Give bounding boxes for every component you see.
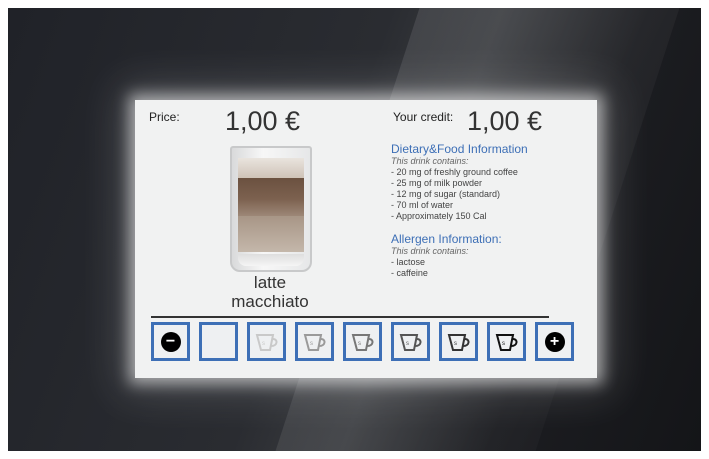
- dietary-item: - 20 mg of freshly ground coffee: [391, 167, 518, 177]
- dietary-item: - Approximately 150 Cal: [391, 211, 487, 221]
- price-value: 1,00 €: [225, 106, 301, 136]
- plus-icon: +: [544, 331, 565, 352]
- sugar-level-1-button[interactable]: s: [247, 322, 286, 361]
- sugar-cup-icon: s: [351, 333, 373, 351]
- allergen-item: - caffeine: [391, 268, 428, 278]
- sugar-level-5-button[interactable]: s: [439, 322, 478, 361]
- drink-name: latte macchiato: [205, 273, 335, 311]
- sugar-cup-icon: s: [447, 333, 469, 351]
- drink-name-line1: latte: [253, 273, 287, 292]
- allergen-subtitle: This drink contains:: [391, 246, 469, 256]
- allergen-title: Allergen Information:: [391, 232, 502, 246]
- sugar-cup-icon: s: [255, 333, 277, 351]
- sugar-level-2-button[interactable]: s: [295, 322, 334, 361]
- drink-name-line2: macchiato: [231, 292, 309, 311]
- svg-text:s: s: [262, 341, 265, 347]
- sugar-increase-button[interactable]: +: [535, 322, 574, 361]
- sugar-cup-icon: s: [399, 333, 421, 351]
- sugar-cup-icon: s: [303, 333, 325, 351]
- sugar-level-0-button[interactable]: [199, 322, 238, 361]
- credit-value: 1,00 €: [467, 106, 543, 136]
- dietary-subtitle: This drink contains:: [391, 156, 469, 166]
- dietary-item: - 25 mg of milk powder: [391, 178, 483, 188]
- sugar-level-4-button[interactable]: s: [391, 322, 430, 361]
- latte-macchiato-glass-image: [230, 146, 312, 272]
- svg-text:s: s: [502, 341, 505, 347]
- sugar-level-3-button[interactable]: s: [343, 322, 382, 361]
- svg-text:s: s: [358, 341, 361, 347]
- dietary-title: Dietary&Food Information: [391, 142, 528, 156]
- sugar-level-6-button[interactable]: s: [487, 322, 526, 361]
- divider: [151, 316, 549, 318]
- svg-text:s: s: [454, 341, 457, 347]
- sugar-cup-icon: s: [495, 333, 517, 351]
- svg-text:s: s: [406, 341, 409, 347]
- price-label: Price:: [149, 110, 180, 124]
- info-panel: Dietary&Food Information This drink cont…: [391, 142, 591, 279]
- allergen-item: - lactose: [391, 257, 426, 267]
- dietary-item: - 70 ml of water: [391, 200, 454, 210]
- credit-label: Your credit:: [393, 110, 454, 124]
- minus-icon: −: [160, 331, 181, 352]
- sugar-decrease-button[interactable]: −: [151, 322, 190, 361]
- drink-screen: Price: 1,00 € Your credit: 1,00 € latte …: [135, 100, 597, 378]
- dietary-item: - 12 mg of sugar (standard): [391, 189, 501, 199]
- svg-text:s: s: [310, 341, 313, 347]
